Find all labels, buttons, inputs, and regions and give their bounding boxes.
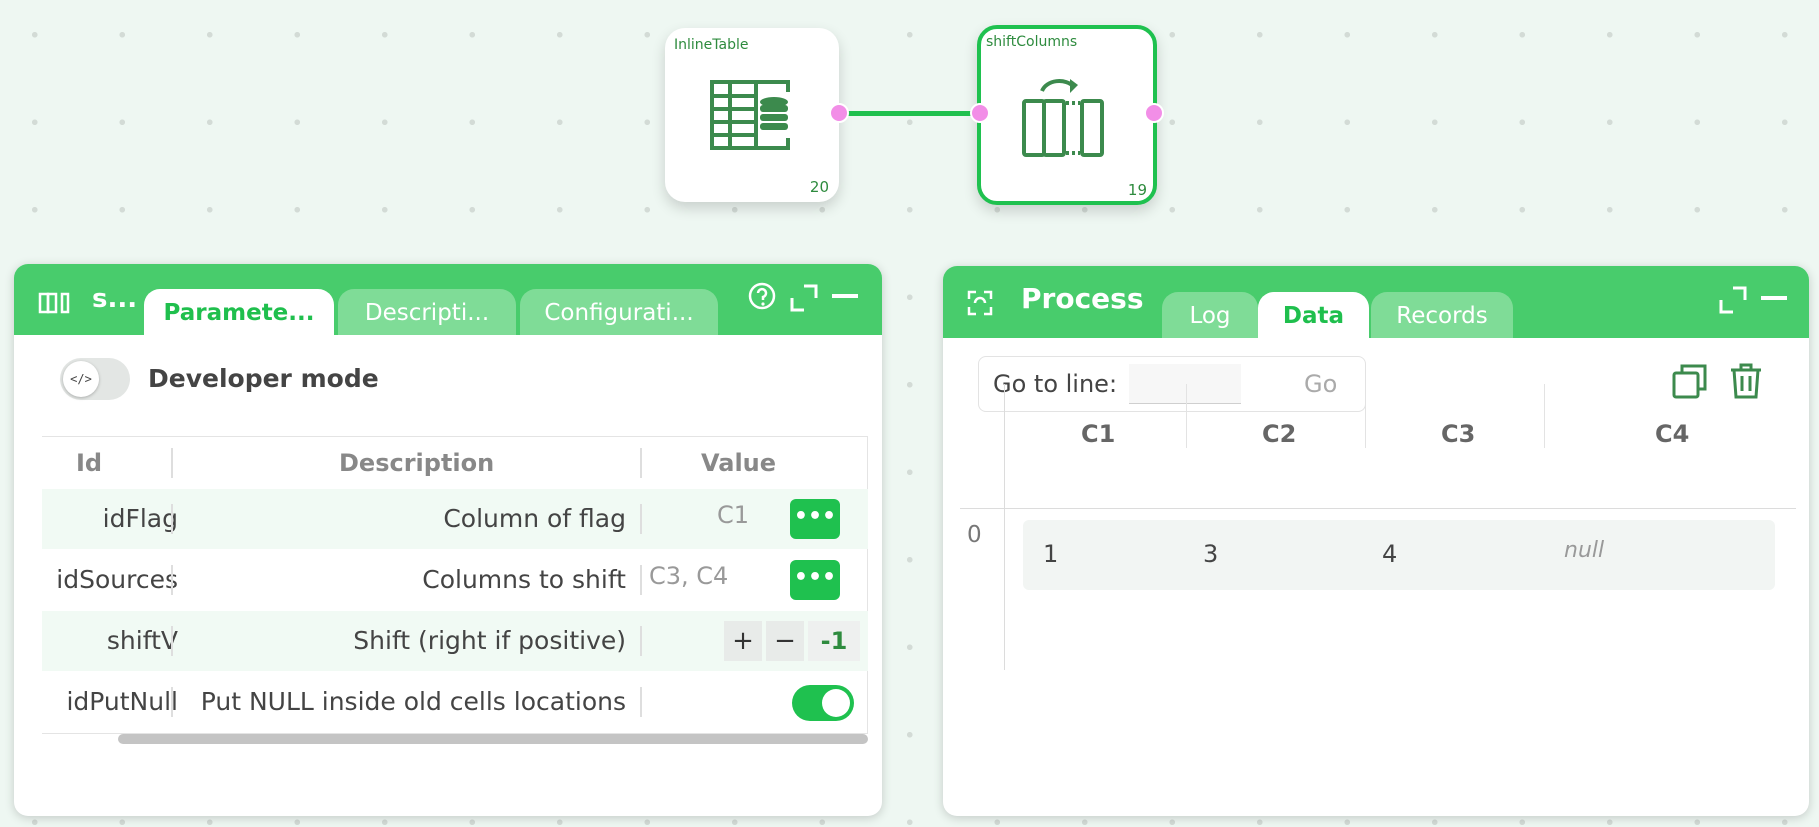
goto-line-input[interactable] bbox=[1129, 364, 1241, 404]
column-header-value: Value bbox=[701, 449, 777, 477]
edit-value-button[interactable]: ••• bbox=[790, 560, 840, 600]
divider bbox=[640, 687, 642, 717]
goto-button[interactable]: Go bbox=[1304, 370, 1337, 398]
param-value: C3, C4 bbox=[649, 562, 729, 590]
header-divider bbox=[960, 508, 1796, 509]
shift-value[interactable]: -1 bbox=[808, 621, 860, 661]
goto-line-box: Go to line: Go bbox=[978, 356, 1366, 412]
node-title: InlineTable bbox=[674, 37, 749, 53]
table-row[interactable]: 1 3 4 null bbox=[1023, 520, 1775, 590]
cell-c4: null bbox=[1564, 538, 1605, 563]
param-id: idFlag bbox=[102, 504, 178, 533]
output-port[interactable] bbox=[829, 103, 849, 123]
process-panel: Process Log Data Records Go to line: Go bbox=[943, 266, 1809, 816]
goto-line-label: Go to line: bbox=[993, 370, 1118, 398]
input-port[interactable] bbox=[970, 103, 990, 123]
divider bbox=[640, 626, 642, 656]
divider bbox=[640, 504, 642, 534]
node-title: shiftColumns bbox=[986, 34, 1078, 50]
process-icon bbox=[967, 290, 993, 316]
table-row: idSources Columns to shift C3, C4 ••• bbox=[42, 550, 868, 610]
node-count: 19 bbox=[1127, 181, 1147, 199]
param-id: idPutNull bbox=[66, 687, 178, 716]
shift-columns-icon bbox=[1022, 79, 1104, 157]
minimize-icon[interactable] bbox=[832, 294, 858, 300]
node-inline-table[interactable]: InlineTable 20 bbox=[665, 28, 839, 202]
output-port[interactable] bbox=[1144, 103, 1164, 123]
param-description: Column of flag bbox=[443, 504, 626, 533]
horizontal-scrollbar[interactable] bbox=[118, 734, 868, 744]
columns-icon bbox=[38, 292, 70, 314]
minimize-icon[interactable] bbox=[1761, 296, 1787, 302]
expand-icon[interactable] bbox=[790, 284, 818, 312]
help-icon[interactable] bbox=[748, 282, 776, 310]
tab-description[interactable]: Descripti... bbox=[338, 289, 516, 335]
divider bbox=[171, 504, 173, 534]
edit-value-button[interactable]: ••• bbox=[790, 499, 840, 539]
table-row: shiftV Shift (right if positive) + − -1 bbox=[42, 611, 868, 671]
panel-title: s... bbox=[92, 284, 138, 314]
table-row: idFlag Column of flag C1 ••• bbox=[42, 489, 868, 549]
panel-header: Process Log Data Records bbox=[943, 266, 1809, 340]
put-null-switch[interactable] bbox=[792, 685, 854, 721]
decrement-button[interactable]: − bbox=[766, 621, 804, 661]
param-description: Put NULL inside old cells locations bbox=[200, 687, 626, 716]
divider bbox=[171, 565, 173, 595]
tab-log[interactable]: Log bbox=[1162, 292, 1258, 338]
developer-mode-label: Developer mode bbox=[148, 364, 379, 393]
divider bbox=[171, 626, 173, 656]
column-header-c4: C4 bbox=[1655, 420, 1690, 448]
tab-configuration[interactable]: Configurati... bbox=[520, 289, 718, 335]
param-description: Shift (right if positive) bbox=[353, 626, 626, 655]
divider bbox=[1544, 384, 1545, 448]
cell-c3: 4 bbox=[1382, 540, 1398, 568]
panel-header: s... Paramete... Descripti... Configurat… bbox=[14, 264, 882, 339]
param-value: C1 bbox=[717, 501, 750, 529]
increment-button[interactable]: + bbox=[724, 621, 762, 661]
parameters-panel: s... Paramete... Descripti... Configurat… bbox=[14, 264, 882, 816]
tab-parameters[interactable]: Paramete... bbox=[144, 289, 334, 339]
code-icon: </> bbox=[63, 361, 99, 397]
divider bbox=[171, 448, 173, 478]
column-header-description: Description bbox=[339, 449, 495, 477]
cell-c2: 3 bbox=[1203, 540, 1219, 568]
param-description: Columns to shift bbox=[422, 565, 626, 594]
column-header-id: Id bbox=[76, 449, 103, 477]
node-shift-columns[interactable]: shiftColumns 19 bbox=[977, 25, 1157, 205]
divider bbox=[1365, 384, 1366, 448]
expand-icon[interactable] bbox=[1719, 286, 1747, 314]
node-connection-line bbox=[840, 111, 980, 116]
trash-icon[interactable] bbox=[1729, 362, 1763, 400]
divider bbox=[640, 448, 642, 478]
copy-icon[interactable] bbox=[1671, 362, 1709, 400]
cell-c1: 1 bbox=[1043, 540, 1059, 568]
tab-data[interactable]: Data bbox=[1258, 292, 1369, 340]
divider bbox=[1186, 384, 1187, 448]
divider bbox=[640, 565, 642, 595]
divider bbox=[171, 687, 173, 717]
column-header-c1: C1 bbox=[1081, 420, 1116, 448]
column-header-c3: C3 bbox=[1441, 420, 1476, 448]
row-number-divider bbox=[1004, 384, 1005, 670]
column-header-c2: C2 bbox=[1262, 420, 1297, 448]
panel-title: Process bbox=[1021, 282, 1144, 315]
node-count: 20 bbox=[809, 178, 829, 196]
param-id: idSources bbox=[56, 565, 178, 594]
developer-mode-toggle[interactable]: </> bbox=[60, 358, 130, 400]
table-row: idPutNull Put NULL inside old cells loca… bbox=[42, 672, 868, 732]
tab-records[interactable]: Records bbox=[1371, 292, 1513, 338]
row-index: 0 bbox=[967, 522, 982, 548]
inline-table-icon bbox=[710, 80, 790, 150]
param-id: shiftV bbox=[106, 626, 178, 655]
